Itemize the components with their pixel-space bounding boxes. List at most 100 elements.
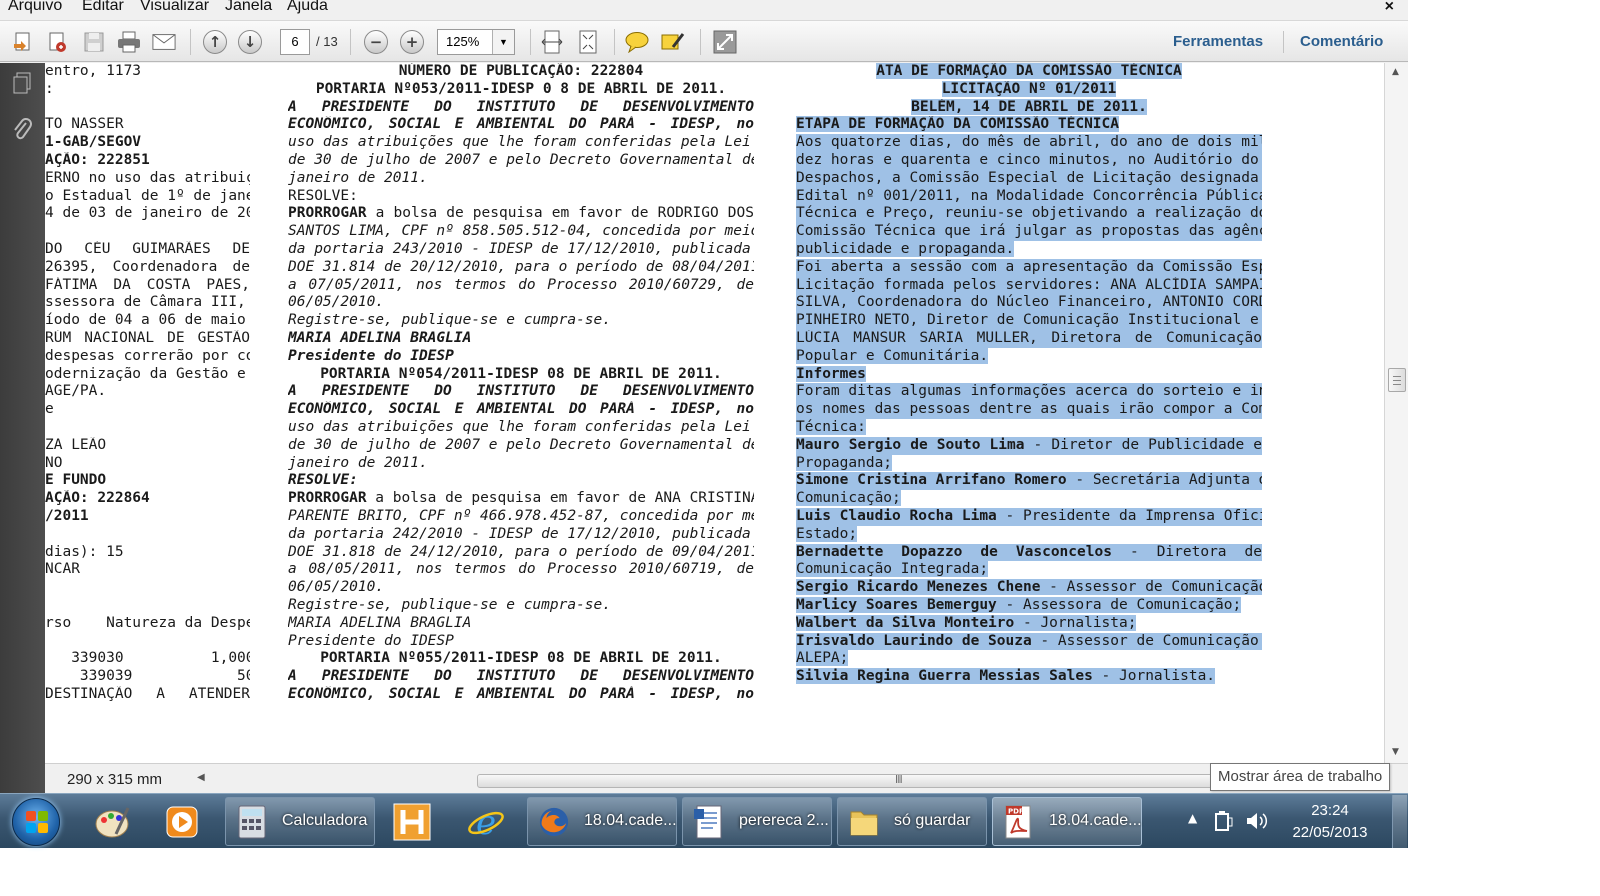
- pages-icon[interactable]: [10, 71, 34, 95]
- document-line: AÇÃO: 222851: [45, 151, 150, 168]
- show-desktop-tooltip: Mostrar área de trabalho: [1210, 763, 1391, 791]
- svg-text:e: e: [476, 803, 496, 841]
- document-line: Foi aberta a sessão com a apresentação d…: [796, 258, 1262, 277]
- document-line: MARIA ADELINA BRAGLIA: [288, 614, 472, 631]
- scroll-thumb[interactable]: [1388, 368, 1406, 392]
- zoom-in-icon[interactable]: +: [400, 30, 424, 54]
- media-player-icon[interactable]: [163, 803, 201, 841]
- document-line: uso das atribuições que lhe foram confer…: [288, 418, 754, 435]
- scroll-down-icon[interactable]: ▼: [1392, 747, 1399, 757]
- document-line: A PRESIDENTE DO INSTITUTO DE DESENVOLVIM…: [288, 98, 754, 115]
- document-line: PORTARIA Nº054/2011-IDESP 08 DE ABRIL DE…: [320, 365, 722, 382]
- start-button[interactable]: [12, 798, 60, 846]
- svg-text:PDF: PDF: [1008, 808, 1024, 816]
- document-line: Sergio Ricardo Menezes Chene - Assessor …: [796, 579, 1262, 597]
- attachment-icon[interactable]: [10, 117, 34, 141]
- email-icon[interactable]: [152, 30, 176, 54]
- taskbar-label: perereca 2...: [739, 812, 829, 829]
- document-line: a 07/05/2011, nos termos do Processo 201…: [288, 276, 754, 293]
- document-line: :: [45, 80, 54, 97]
- chevron-down-icon[interactable]: ▼: [492, 30, 514, 54]
- document-line: FÁTIMA DA COSTA PAES,: [45, 276, 250, 293]
- document-line: Presidente do IDESP: [288, 347, 454, 364]
- zoom-out-icon[interactable]: −: [364, 30, 388, 54]
- comment-icon[interactable]: [625, 30, 649, 54]
- print-icon[interactable]: [117, 30, 141, 54]
- document-line: ZA LEÃO: [45, 436, 107, 453]
- next-page-icon[interactable]: ↓: [238, 30, 262, 54]
- document-line: ATA DE FORMAÇÃO DA COMISSÃO TÉCNICA: [876, 63, 1182, 79]
- document-line: uso das atribuições que lhe foram confer…: [288, 134, 754, 151]
- taskbar-folder[interactable]: só guardar: [837, 797, 987, 846]
- menu-ajuda[interactable]: Ajuda: [287, 0, 328, 15]
- document-line: MARIA ADELINA BRAGLIA: [288, 329, 472, 346]
- paint-icon[interactable]: [93, 803, 131, 841]
- highlight-icon[interactable]: [661, 30, 685, 54]
- page-number-input[interactable]: 6: [280, 29, 310, 55]
- show-hidden-icons-icon[interactable]: ▲: [1188, 811, 1197, 825]
- menu-editar[interactable]: Editar: [82, 0, 124, 15]
- show-desktop-button[interactable]: [1392, 795, 1407, 848]
- document-line: ETAPA DE FORMAÇÃO DA COMISSÃO TÉCNICA: [796, 116, 1120, 133]
- document-line: Marlicy Soares Bemerguy - Assessora de C…: [796, 596, 1242, 613]
- document-line: Mauro Sergio de Souto Lima - Diretor de …: [796, 436, 1262, 455]
- document-line: ssessora de Câmara III, a: [45, 294, 250, 311]
- clock[interactable]: 23:24 22/05/2013: [1275, 800, 1385, 844]
- taskbar-label: 18.04.cade...: [1049, 812, 1142, 829]
- document-line: dias): 15: [45, 543, 124, 560]
- taskbar-label: 18.04.cade...: [584, 812, 677, 829]
- scroll-left-icon[interactable]: ◀: [197, 772, 205, 783]
- tools-button[interactable]: Ferramentas: [1173, 33, 1263, 50]
- document-line: Comissão Técnica que irá julgar as propo…: [796, 223, 1262, 241]
- pdf-file-icon: PDF: [1005, 805, 1031, 839]
- document-line: 06/05/2010.: [288, 294, 385, 311]
- h-app-icon[interactable]: [393, 803, 431, 841]
- document-line: 339039 500.00: [79, 668, 250, 685]
- document-line: BELÉM, 14 DE ABRIL DE 2011.: [911, 98, 1147, 115]
- volume-icon[interactable]: [1245, 810, 1269, 837]
- document-view[interactable]: entro, 1173: TO NASSER 1-GAB/SEGOV AÇÃO: 22…: [45, 63, 1384, 763]
- convert-icon[interactable]: [46, 30, 70, 54]
- fullscreen-icon[interactable]: [713, 30, 737, 54]
- fit-width-icon[interactable]: [540, 30, 564, 54]
- menu-visualizar[interactable]: Visualizar: [140, 0, 209, 15]
- document-line: TO NASSER: [45, 116, 124, 133]
- document-line: Simone Cristina Arrifano Romero - Secret…: [796, 472, 1262, 491]
- create-pdf-icon[interactable]: [12, 30, 36, 54]
- scroll-up-icon[interactable]: ▲: [1392, 67, 1399, 77]
- menu-janela[interactable]: Janela: [225, 0, 272, 15]
- scroll-grip[interactable]: III: [895, 773, 903, 786]
- fit-page-icon[interactable]: [576, 30, 600, 54]
- navigation-panel: [0, 63, 45, 793]
- taskbar: Calculadora e 18.04.cade... perereca 2..…: [0, 793, 1408, 848]
- menu-arquivo[interactable]: Arquivo: [8, 0, 62, 15]
- prev-page-icon[interactable]: ↑: [203, 30, 227, 54]
- taskbar-firefox[interactable]: 18.04.cade...: [527, 797, 677, 846]
- taskbar-calculator[interactable]: Calculadora: [225, 797, 375, 846]
- document-line: E FUNDO: [45, 472, 107, 489]
- horizontal-scrollbar[interactable]: [477, 774, 1257, 788]
- power-icon[interactable]: [1213, 810, 1233, 837]
- document-line: de 30 de julho de 2007 e pelo Decreto Go…: [288, 436, 754, 453]
- taskbar-acrobat-active[interactable]: PDF 18.04.cade...: [992, 797, 1142, 846]
- zoom-select[interactable]: 125% ▼: [437, 29, 515, 55]
- document-line: íodo de 04 a 06 de maio de: [45, 312, 250, 329]
- taskbar-label: Calculadora: [282, 812, 368, 829]
- close-document-icon[interactable]: ×: [1385, 0, 1394, 16]
- taskbar-word-document[interactable]: perereca 2...: [682, 797, 832, 846]
- internet-explorer-icon[interactable]: e: [467, 803, 505, 841]
- document-line: Comunicação;: [796, 490, 901, 507]
- vertical-scrollbar[interactable]: ▲ ▼: [1384, 63, 1408, 763]
- document-line: Bernadette Dopazzo de Vasconcelos - Dire…: [796, 543, 1262, 562]
- save-icon[interactable]: [82, 30, 106, 54]
- document-line: RÚM NACIONAL DE GESTÃO: [45, 329, 250, 346]
- comment-button[interactable]: Comentário: [1300, 33, 1383, 50]
- document-line: Despachos, a Comissão Especial de Licita…: [796, 169, 1262, 188]
- document-line: RESOLVE:: [288, 187, 358, 204]
- document-line: Propaganda;: [796, 454, 893, 471]
